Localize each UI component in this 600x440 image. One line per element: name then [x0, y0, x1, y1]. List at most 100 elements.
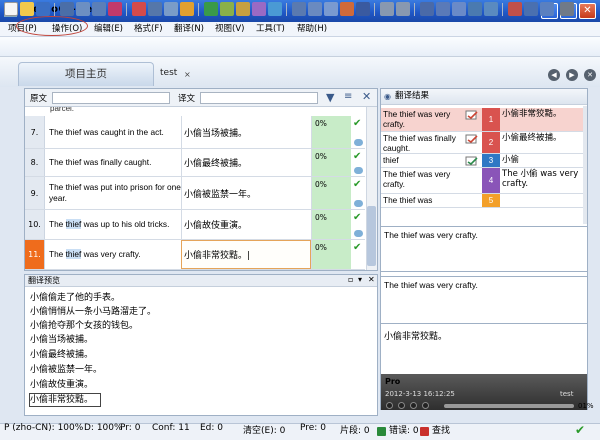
- document-icon[interactable]: [164, 2, 178, 16]
- tab-document[interactable]: test: [160, 68, 177, 78]
- lookup-icon[interactable]: [220, 2, 234, 16]
- close-button[interactable]: ✕: [579, 3, 596, 19]
- result-row[interactable]: The thief was 5: [381, 194, 583, 208]
- sort-icon[interactable]: ≡: [344, 91, 352, 102]
- new-icon[interactable]: [4, 2, 18, 16]
- table-row[interactable]: 9. The thief was put into prison for one…: [25, 177, 365, 210]
- target-filter-input[interactable]: [200, 92, 318, 104]
- previous-tab-icon[interactable]: ◀: [548, 69, 560, 81]
- result-row[interactable]: The thief was very crafty. 1 小偷非常狡黠。: [381, 108, 583, 132]
- first-button[interactable]: [386, 402, 393, 409]
- comment-icon[interactable]: [354, 230, 363, 237]
- target-filter-label: 译文: [178, 94, 196, 104]
- menu-tools[interactable]: 工具(T): [256, 23, 285, 36]
- analysis-icon[interactable]: [148, 2, 162, 16]
- table-row[interactable]: 10. The thief was up to his old tricks. …: [25, 210, 365, 240]
- target-cell[interactable]: 小偷最终被捕。: [181, 149, 311, 176]
- format-icon[interactable]: [340, 2, 354, 16]
- result-row[interactable]: thief 3 小偷: [381, 154, 583, 168]
- tab-close-icon[interactable]: ×: [184, 70, 191, 79]
- table-row[interactable]: 7. The thief was caught in the act. 小偷当场…: [25, 116, 365, 149]
- match-percent: 0%: [311, 149, 351, 176]
- tm-match-icon: [465, 134, 479, 144]
- termbase-icon[interactable]: [252, 2, 266, 16]
- confirmed-check-icon: ✔: [353, 212, 362, 223]
- play-button[interactable]: [410, 402, 417, 409]
- next-tab-icon[interactable]: ▶: [566, 69, 578, 81]
- status-find[interactable]: 查找: [432, 423, 450, 436]
- target-cell[interactable]: 小偷故伎重演。: [181, 210, 311, 239]
- previous-button[interactable]: [398, 402, 405, 409]
- close-document-icon[interactable]: ✕: [584, 69, 596, 81]
- toolbar-separator: [414, 3, 415, 16]
- statistics-icon[interactable]: [132, 2, 146, 16]
- clear-filter-icon[interactable]: ✕: [362, 90, 371, 103]
- tab-project-home[interactable]: 项目主页: [18, 62, 154, 86]
- comment-icon[interactable]: [354, 167, 363, 174]
- check-icon: ✔: [575, 423, 586, 437]
- grid-icon[interactable]: [60, 2, 74, 16]
- preview-title: 翻译预览: [25, 275, 377, 287]
- target-cell[interactable]: 小偷被监禁一年。: [181, 177, 311, 209]
- concordance-icon[interactable]: [236, 2, 250, 16]
- progress-bar[interactable]: [444, 404, 574, 408]
- edit-icon[interactable]: [180, 2, 194, 16]
- find-icon[interactable]: [420, 427, 429, 436]
- comment-icon[interactable]: [354, 200, 363, 207]
- split-icon[interactable]: [452, 2, 466, 16]
- confirm-icon[interactable]: [540, 2, 554, 16]
- redo-icon[interactable]: [396, 2, 410, 16]
- source-filter-input[interactable]: [52, 92, 170, 104]
- error-icon[interactable]: [377, 427, 386, 436]
- dock-icon[interactable]: ▾: [358, 275, 362, 284]
- bold-icon[interactable]: [356, 2, 370, 16]
- filter-icon[interactable]: ▼: [326, 91, 334, 104]
- qa-icon[interactable]: [268, 2, 282, 16]
- term-highlight: thief: [65, 219, 82, 229]
- table-row[interactable]: 8. The thief was finally caught. 小偷最终被捕。…: [25, 149, 365, 177]
- confirmed-check-icon: ✔: [353, 151, 362, 162]
- table-row-current[interactable]: 11. The thief was very crafty. 小偷非常狡黠。| …: [25, 240, 365, 270]
- menu-edit[interactable]: 编辑(E): [94, 23, 123, 36]
- document-name: test: [560, 390, 574, 398]
- filter-icon[interactable]: [484, 2, 498, 16]
- result-row[interactable]: The thief was very crafty. 4 The 小偷 was …: [381, 168, 583, 194]
- match-percent: 0%: [311, 210, 351, 239]
- target-cell[interactable]: 小偷当场被捕。: [181, 116, 311, 148]
- users-icon[interactable]: [108, 2, 122, 16]
- menu-translate[interactable]: 翻译(N): [174, 23, 204, 36]
- menu-help[interactable]: 帮助(H): [297, 23, 327, 36]
- view-icon[interactable]: [420, 2, 434, 16]
- results-scrollbar[interactable]: [583, 106, 587, 224]
- menu-format[interactable]: 格式(F): [134, 23, 163, 36]
- save-icon[interactable]: [36, 2, 50, 16]
- menu-view[interactable]: 视图(V): [215, 23, 244, 36]
- import-icon[interactable]: [76, 2, 90, 16]
- preview-icon[interactable]: [468, 2, 482, 16]
- options-icon[interactable]: [560, 2, 574, 16]
- tags-icon[interactable]: [508, 2, 522, 16]
- layout-icon[interactable]: [436, 2, 450, 16]
- paste-icon[interactable]: [324, 2, 338, 16]
- close-pane-icon[interactable]: ✕: [368, 275, 375, 284]
- comment-icon[interactable]: [354, 139, 363, 146]
- result-row[interactable]: The thief was finally caught. 2 小偷最终被捕。: [381, 132, 583, 154]
- grid-scrollbar-thumb[interactable]: [367, 206, 376, 266]
- spellcheck-icon[interactable]: [524, 2, 538, 16]
- export-icon[interactable]: [92, 2, 106, 16]
- open-folder-icon[interactable]: [20, 2, 34, 16]
- next-button[interactable]: [422, 402, 429, 409]
- tm-match-icon: [465, 110, 479, 120]
- result-target: 小偷非常狡黠。: [502, 109, 562, 119]
- pretranslate-icon[interactable]: [204, 2, 218, 16]
- copy-icon[interactable]: [308, 2, 322, 16]
- match-percent: 0%: [311, 116, 351, 148]
- cut-icon[interactable]: [292, 2, 306, 16]
- pin-icon[interactable]: ▫: [348, 275, 353, 284]
- status-errors: 错误: 0: [389, 426, 419, 436]
- row-number: 10.: [25, 210, 45, 239]
- toolbar-separator: [54, 3, 55, 16]
- target-edit-cell[interactable]: 小偷非常狡黠。|: [181, 240, 311, 269]
- undo-icon[interactable]: [380, 2, 394, 16]
- preview-line: 小偷抢夺那个女孩的钱包。: [30, 321, 139, 331]
